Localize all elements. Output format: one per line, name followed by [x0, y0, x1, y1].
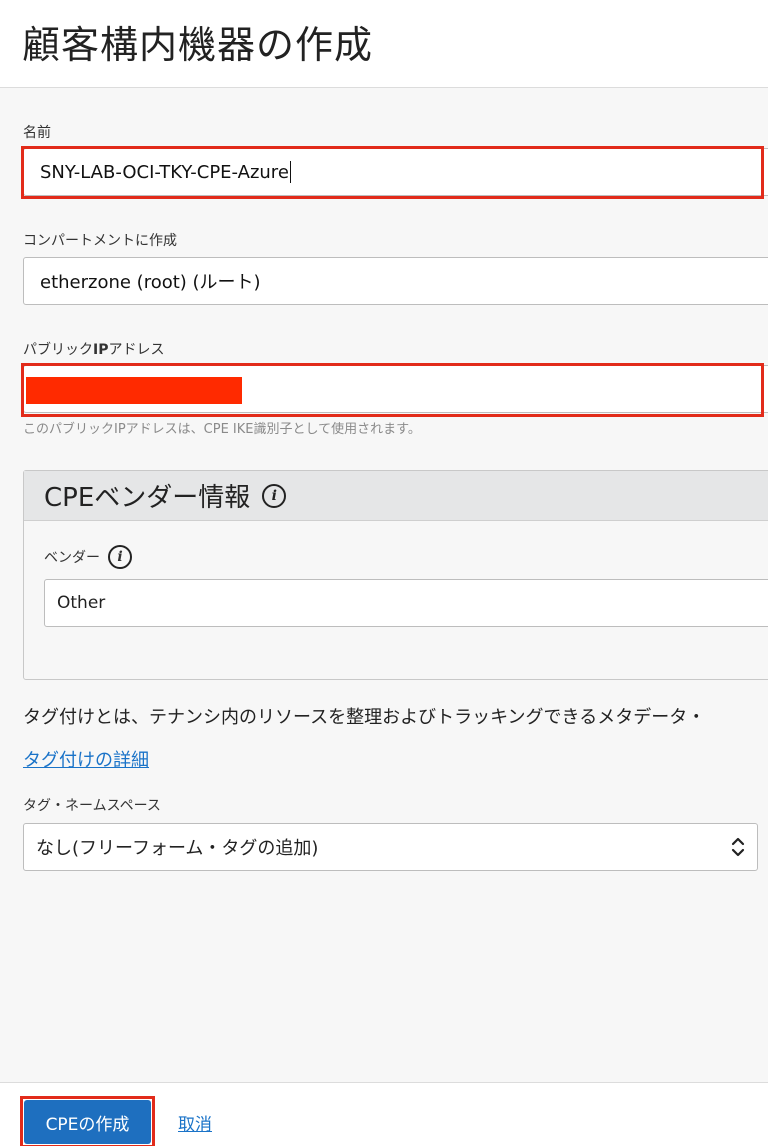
compartment-label: コンパートメントに作成 — [23, 233, 177, 249]
tag-namespace-select[interactable]: なし(フリーフォーム・タグの追加) — [23, 823, 758, 871]
public-ip-helper-text: このパブリックIPアドレスは、CPE IKE識別子として使用されます。 — [23, 422, 421, 437]
vendor-label: ベンダー — [44, 550, 100, 566]
public-ip-label-prefix: パブリック — [23, 342, 93, 358]
public-ip-label: パブリックIPアドレス — [23, 339, 164, 359]
vendor-label-row: ベンダー i — [44, 545, 132, 569]
page-title: 顧客構内機器の作成 — [22, 23, 374, 67]
public-ip-label-suffix: アドレス — [108, 342, 165, 358]
name-input-value: SNY-LAB-OCI-TKY-CPE-Azure — [40, 161, 289, 183]
tagging-details-link[interactable]: タグ付けの詳細 — [23, 746, 149, 772]
compartment-select-value: etherzone (root) (ルート) — [40, 272, 261, 293]
cancel-link[interactable]: 取消 — [178, 1110, 212, 1135]
create-cpe-button[interactable]: CPEの作成 — [24, 1100, 151, 1144]
public-ip-label-bold: IP — [93, 342, 109, 358]
cpe-vendor-panel-title: CPEベンダー情報 — [44, 483, 251, 513]
tag-namespace-select-value: なし(フリーフォーム・タグの追加) — [36, 838, 319, 859]
footer-bar: CPEの作成 取消 — [0, 1082, 768, 1146]
page-header: 顧客構内機器の作成 — [0, 0, 768, 88]
cpe-vendor-panel: CPEベンダー情報 i ベンダー i Other — [23, 470, 768, 680]
info-icon[interactable]: i — [262, 483, 287, 508]
tagging-description: タグ付けとは、テナンシ内のリソースを整理およびトラッキングできるメタデータ・ — [23, 707, 706, 728]
compartment-select[interactable]: etherzone (root) (ルート) — [23, 257, 768, 305]
name-input[interactable]: SNY-LAB-OCI-TKY-CPE-Azure — [23, 148, 768, 196]
name-label: 名前 — [23, 125, 51, 141]
tag-namespace-label: タグ・ネームスペース — [23, 798, 161, 814]
vendor-select[interactable]: Other — [44, 579, 768, 627]
vendor-info-icon[interactable]: i — [108, 545, 132, 569]
text-caret — [289, 161, 291, 183]
redacted-ip-value — [26, 377, 242, 404]
cpe-vendor-panel-header: CPEベンダー情報 i — [24, 471, 768, 521]
chevron-up-down-icon — [731, 836, 745, 858]
vendor-select-value: Other — [57, 593, 106, 613]
